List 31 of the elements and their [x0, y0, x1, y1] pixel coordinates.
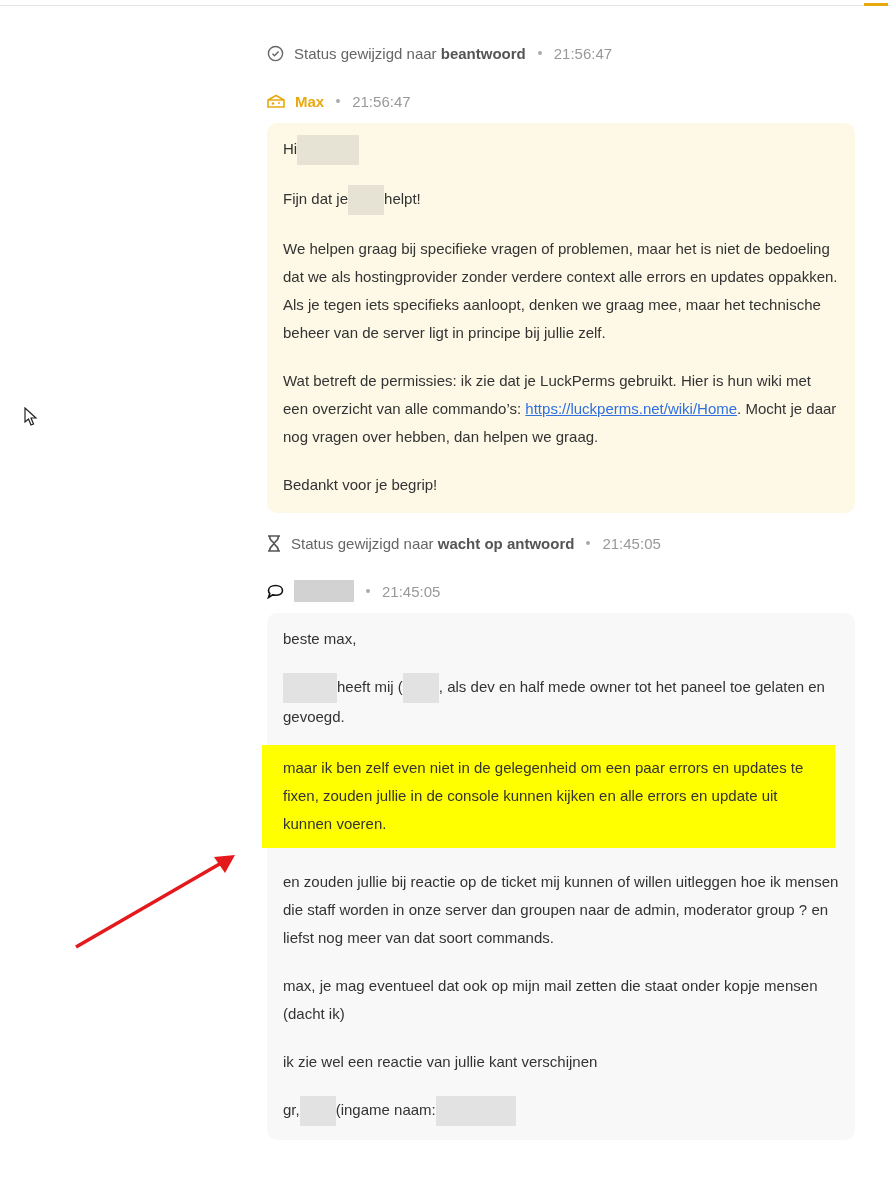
message-paragraph: Fijn dat je helpt! — [283, 185, 839, 216]
separator-dot — [336, 99, 341, 103]
status-text: Status gewijzigd naar beantwoord — [294, 44, 526, 62]
message-paragraph: Hi — [283, 135, 839, 166]
separator-dot — [366, 589, 370, 594]
message-paragraph: gr, (ingame naam: — [283, 1096, 839, 1127]
message-paragraph: max, je mag eventueel dat ook op mijn mail zetten die staat onder kopje mensen (dacht ik) — [283, 976, 819, 1025]
timestamp: 21:45:05 — [602, 534, 661, 552]
timestamp: 21:56:47 — [553, 44, 613, 62]
cheese-icon — [267, 94, 285, 108]
message-paragraph: heeft mij ( , als dev en half mede owner tot het paneel toe gelaten en gevoegd. — [283, 673, 839, 732]
redaction-block — [294, 580, 354, 603]
highlighted-paragraph: maar ik ben zelf even niet in de gelegenheid om een paar errors en updates te fixen, zouden jullie in de console kunnen kijken en alle errors en update uit kunnen voeren. — [262, 745, 835, 849]
mouse-cursor-icon — [24, 407, 38, 427]
message-paragraph: We helpen graag bij specifieke vragen of problemen, maar het is niet de bedoeling dat we als hostingprovider zonder verdere context alle errors en updates oppakken. Als je tegen iets specifieks aanloopt, denken we graag mee, maar het technische beheer van de server ligt in principe bij jullie zelf. — [283, 239, 839, 344]
status-text: Status gewijzigd naar wacht op antwoord — [291, 534, 575, 552]
separator-dot — [537, 51, 542, 55]
message-paragraph: ik zie wel een reactie van jullie kant verschijnen — [283, 1052, 599, 1073]
hourglass-icon — [267, 534, 281, 552]
timestamp: 21:45:05 — [382, 582, 441, 600]
message-paragraph: Wat betreft de permissies: ik zie dat je LuckPerms gebruikt. Hier is hun wiki met een overzicht van alle commando’s: https://luckperms.net/wiki/Home. Mocht je daar nog vragen over hebben, dan helpen we graag. — [283, 371, 838, 448]
progress-accent — [864, 3, 888, 6]
separator-dot — [586, 541, 591, 546]
author-name: Max — [295, 92, 325, 110]
message-paragraph: Bedankt voor je begrip! — [283, 475, 439, 496]
message-paragraph: beste max, — [283, 629, 358, 650]
message-paragraph: en zouden jullie bij reactie op de ticket mij kunnen of willen uitleggen hoe ik mensen die staff worden in onze server dan groupen naar de admin, moderator group ? en liefst nog meer van dat soort commands. — [283, 872, 839, 949]
speech-bubble-icon — [267, 583, 284, 599]
wiki-link[interactable]: https://luckperms.net/wiki/Home — [525, 400, 738, 418]
timestamp: 21:56:47 — [352, 92, 411, 110]
check-circle-icon — [267, 44, 284, 62]
